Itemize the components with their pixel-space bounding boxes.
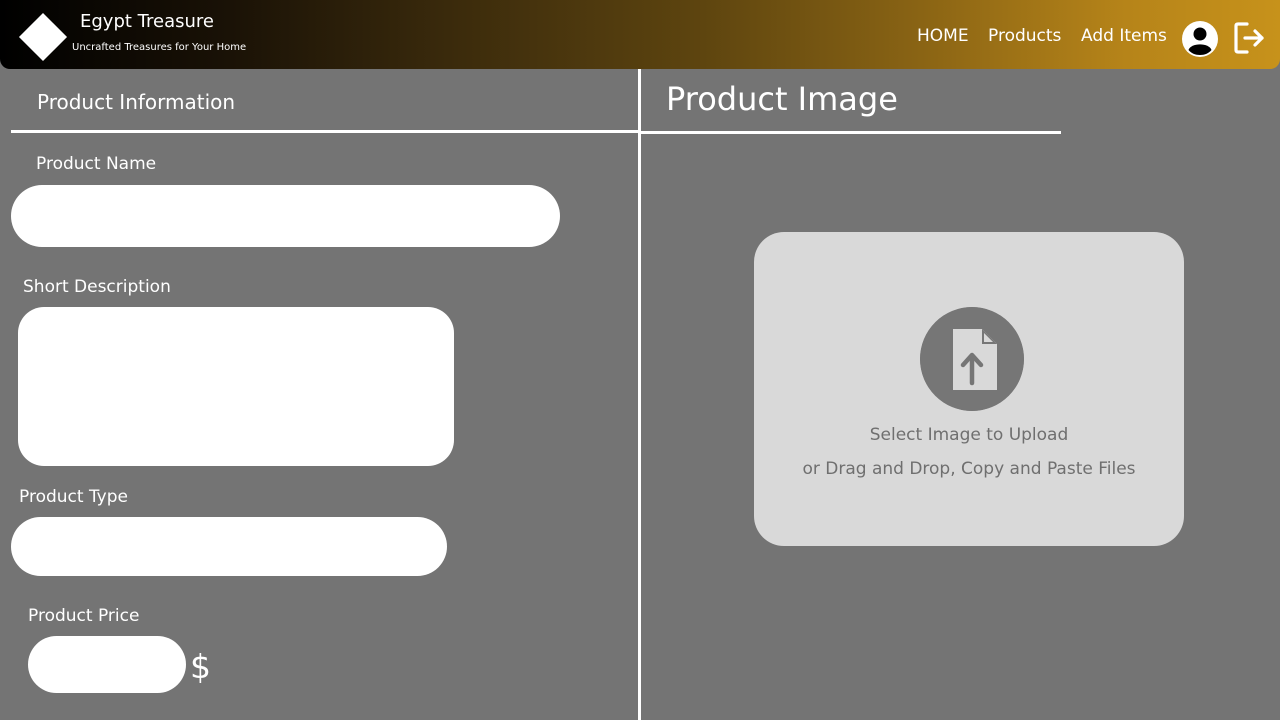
product-type-label: Product Type (19, 487, 128, 507)
product-image-underline (641, 131, 1061, 134)
vertical-divider (638, 69, 641, 720)
file-upload-icon[interactable] (920, 307, 1024, 411)
upload-prompt-text: Select Image to Upload (869, 425, 1069, 445)
image-upload-dropzone[interactable]: Select Image to Upload or Drag and Drop,… (754, 232, 1184, 546)
product-image-heading: Product Image (666, 80, 898, 118)
currency-symbol: $ (190, 647, 211, 686)
product-price-label: Product Price (28, 606, 140, 626)
user-avatar-icon[interactable] (1182, 21, 1218, 57)
upload-hint-text: or Drag and Drop, Copy and Paste Files (802, 459, 1136, 479)
logout-icon[interactable] (1233, 21, 1267, 55)
diamond-logo-icon[interactable] (18, 12, 68, 62)
nav-products-link[interactable]: Products (988, 26, 1061, 46)
product-name-input[interactable] (11, 185, 560, 247)
nav-home-link[interactable]: HOME (917, 26, 969, 46)
short-description-textarea[interactable] (18, 307, 454, 466)
nav-add-items-link[interactable]: Add Items (1081, 26, 1167, 46)
short-description-label: Short Description (23, 277, 171, 297)
product-info-underline (11, 130, 638, 133)
add-product-page: Egypt Treasure Uncrafted Treasures for Y… (0, 0, 1280, 720)
brand-subtitle: Uncrafted Treasures for Your Home (72, 42, 247, 53)
product-name-label: Product Name (36, 154, 157, 174)
product-price-input[interactable] (28, 636, 186, 693)
brand-title: Egypt Treasure (80, 11, 214, 32)
product-type-input[interactable] (11, 517, 447, 576)
product-information-heading: Product Information (37, 90, 236, 114)
top-header-bar: Egypt Treasure Uncrafted Treasures for Y… (0, 0, 1280, 69)
